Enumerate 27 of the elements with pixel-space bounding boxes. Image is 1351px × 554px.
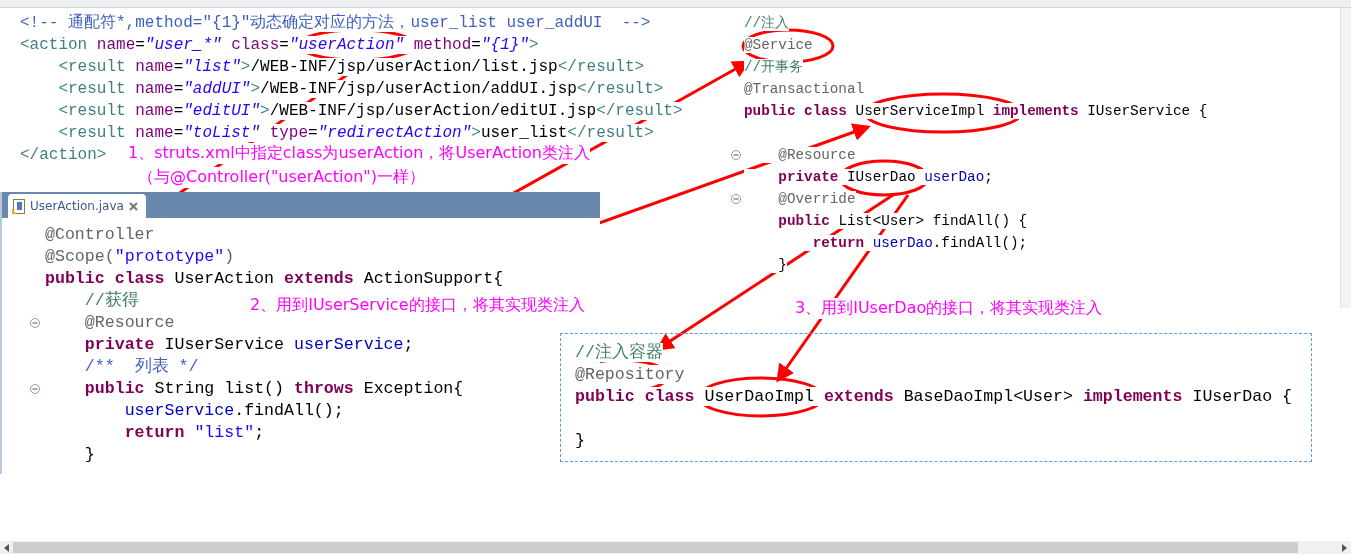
vertical-scrollbar[interactable] [1340, 8, 1351, 308]
code-line: <result name="addUI">/WEB-INF/jsp/userAction/addUI.jsp</result> [20, 80, 664, 98]
annotation-note: 2、用到IUserService的接口，将其实现类注入 [250, 295, 585, 316]
collapse-icon[interactable] [731, 150, 741, 160]
code-line: private IUserDao userDao; [744, 168, 993, 186]
collapse-icon[interactable] [30, 318, 40, 328]
java-file-icon [12, 198, 25, 214]
collapse-icon[interactable] [30, 384, 40, 394]
collapse-icon[interactable] [731, 194, 741, 204]
code-line: public class UserAction extends ActionSupport{ [45, 270, 504, 288]
scroll-right-icon[interactable] [1342, 543, 1347, 552]
code-line: return userDao.findAll(); [744, 234, 1028, 252]
file-tab[interactable]: UserAction.java [8, 194, 146, 218]
horizontal-scrollbar[interactable] [0, 541, 1351, 554]
annotation-note: 1、struts.xml中指定class为userAction，将UserAction类注入 [128, 143, 590, 164]
code-line: private IUserService userService; [45, 336, 414, 354]
code-line: <action name="user_*" class="userAction" method="{1}"> [20, 36, 539, 54]
annotation-note: 3、用到IUserDao的接口，将其实现类注入 [795, 298, 1103, 319]
code-line: <result name="toList" type="redirectAction">user_list</result> [20, 124, 654, 142]
code-line: public class UserServiceImpl implements IUserService { [744, 102, 1208, 120]
code-line: @Scope("prototype") [45, 248, 235, 266]
code-line: <result name="editUI">/WEB-INF/jsp/userAction/editUI.jsp</result> [20, 102, 683, 120]
scrollbar-thumb[interactable] [13, 542, 1298, 553]
code-line: <result name="list">/WEB-INF/jsp/userAction/list.jsp</result> [20, 58, 645, 76]
code-line: public class UserDaoImpl extends BaseDaoImpl<User> implements IUserDao { [575, 388, 1292, 406]
code-line: public String list() throws Exception{ [45, 380, 464, 398]
close-icon[interactable] [128, 201, 138, 211]
